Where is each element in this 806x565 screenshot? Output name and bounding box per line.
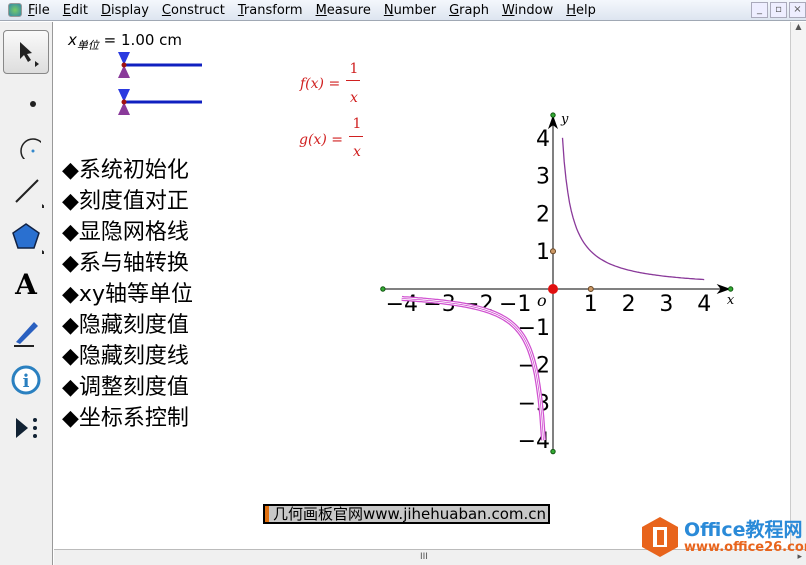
function-g[interactable]: g(x) = 1 x (299, 116, 363, 160)
y-tick-label: −3 (518, 391, 550, 416)
axis-endpoint (380, 286, 386, 292)
y-tick-label: 4 (536, 127, 550, 152)
slider-point (121, 99, 127, 105)
cmd-hide-values[interactable]: ◆隐藏刻度值 (62, 307, 189, 339)
y-tick-label: 3 (536, 165, 550, 190)
x-tick-label: 2 (622, 292, 636, 317)
axis-endpoint (550, 448, 556, 455)
cmd-control[interactable]: ◆坐标系控制 (62, 400, 189, 432)
watermark-title: Office教程网 (684, 518, 803, 541)
cmd-init[interactable]: ◆系统初始化 (62, 152, 189, 184)
website-link[interactable]: 几何画板官网www.jihehuaban.com.cn (263, 504, 551, 524)
cmd-hide-ticks[interactable]: ◆隐藏刻度线 (62, 338, 189, 370)
function-f-name: f(x) = (300, 76, 341, 92)
cmd-convert[interactable]: ◆系与轴转换 (62, 245, 189, 277)
slider-point (121, 62, 127, 68)
axis-endpoint (550, 112, 556, 118)
cmd-grid[interactable]: ◆显隐网格线 (62, 214, 189, 246)
watermark: Office教程网 www.office26.com (640, 515, 806, 559)
cmd-adjust[interactable]: ◆调整刻度值 (62, 369, 189, 401)
cmd-equal-unit[interactable]: ◆xy轴等单位 (62, 276, 193, 308)
function-g-den: x (353, 144, 361, 160)
function-g-name: g(x) = (299, 132, 343, 148)
function-f-den: x (350, 90, 358, 106)
x-tick-label: 1 (584, 292, 598, 317)
origin-label: o (537, 291, 547, 310)
office-logo-icon (642, 517, 678, 557)
watermark-url: www.office26.com (684, 539, 806, 555)
x-axis-label: x (727, 293, 735, 308)
x-tick-label: 3 (659, 292, 673, 317)
x-tick-label: −4 (386, 292, 418, 317)
function-g-num: 1 (352, 116, 362, 132)
x-tick-label: −1 (499, 292, 531, 317)
axis-endpoint (727, 286, 734, 292)
y-axis-label: y (560, 112, 569, 127)
unit-point-y (550, 248, 556, 255)
unit-point-x (587, 286, 594, 292)
origin-point (548, 284, 558, 294)
series-f-line (561, 137, 705, 281)
x-tick-label: 4 (697, 292, 711, 317)
function-f[interactable]: f(x) = 1 x (300, 61, 360, 106)
function-f-num: 1 (349, 61, 359, 77)
y-tick-label: 1 (536, 240, 550, 265)
y-tick-label: 2 (536, 202, 550, 227)
cmd-align[interactable]: ◆刻度值对正 (62, 183, 189, 215)
